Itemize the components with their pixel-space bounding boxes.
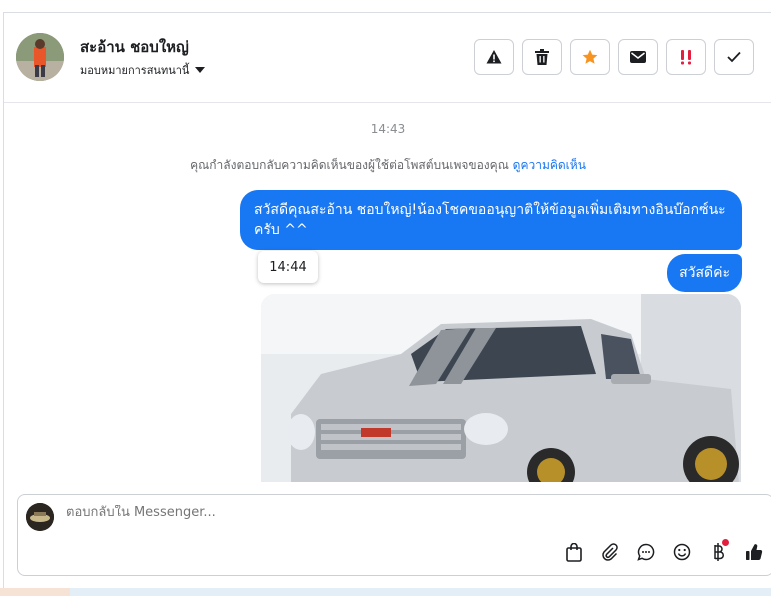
warning-icon — [486, 50, 502, 64]
bottom-strip — [0, 588, 771, 596]
message-timestamp: 14:43 — [370, 122, 406, 136]
delete-button[interactable] — [522, 39, 562, 75]
spam-button[interactable] — [666, 39, 706, 75]
reply-input[interactable] — [66, 505, 666, 520]
reply-context-notice: คุณกำลังตอบกลับความคิดเห็นของผู้ใช้ต่อโพ… — [4, 156, 771, 175]
contact-avatar[interactable] — [16, 33, 64, 81]
conversation-panel: สะอ้าน ชอบใหญ่ มอบหมายการสนทนานี้ 14:43 … — [3, 12, 771, 588]
composer-toolbar — [561, 539, 767, 565]
mark-done-button[interactable] — [714, 39, 754, 75]
assign-label: มอบหมายการสนทนานี้ — [80, 64, 190, 77]
contact-name[interactable]: สะอ้าน ชอบใหญ่ — [80, 35, 189, 59]
truck-photo-attachment[interactable] — [261, 294, 741, 482]
double-exclamation-icon — [681, 50, 691, 65]
check-icon — [727, 51, 741, 63]
payment-button[interactable] — [705, 539, 731, 565]
outgoing-message[interactable]: สวัสดีค่ะ — [667, 254, 742, 292]
page-avatar — [26, 503, 54, 531]
star-button[interactable] — [570, 39, 610, 75]
message-thread[interactable]: 14:43 คุณกำลังตอบกลับความคิดเห็นของผู้ใช… — [4, 104, 771, 482]
saved-replies-button[interactable] — [633, 539, 659, 565]
chat-bubble-icon — [637, 543, 655, 561]
time-tooltip: 14:44 — [258, 251, 318, 283]
envelope-icon — [630, 51, 646, 63]
paperclip-icon — [602, 543, 618, 561]
shopping-bag-button[interactable] — [561, 539, 587, 565]
conversation-header: สะอ้าน ชอบใหญ่ มอบหมายการสนทนานี้ — [4, 13, 771, 103]
outgoing-message[interactable]: สวัสดีคุณสะอ้าน ชอบใหญ่!น้องโชคขออนุญาติ… — [240, 190, 742, 250]
notice-text: คุณกำลังตอบกลับความคิดเห็นของผู้ใช้ต่อโพ… — [190, 158, 509, 172]
like-button[interactable] — [741, 539, 767, 565]
view-comment-link[interactable]: ดูความคิดเห็น — [513, 158, 586, 172]
attach-button[interactable] — [597, 539, 623, 565]
mark-unread-button[interactable] — [618, 39, 658, 75]
caret-down-icon — [195, 67, 206, 73]
notification-dot — [722, 539, 729, 546]
report-button[interactable] — [474, 39, 514, 75]
star-icon — [582, 49, 598, 64]
reply-composer — [17, 494, 771, 576]
emoji-button[interactable] — [669, 539, 695, 565]
assign-conversation-dropdown[interactable]: มอบหมายการสนทนานี้ — [80, 61, 206, 79]
shopping-bag-icon — [566, 542, 582, 562]
smiley-icon — [673, 543, 691, 561]
trash-icon — [535, 49, 549, 65]
header-actions — [474, 39, 754, 75]
thumbs-up-icon — [746, 544, 763, 560]
